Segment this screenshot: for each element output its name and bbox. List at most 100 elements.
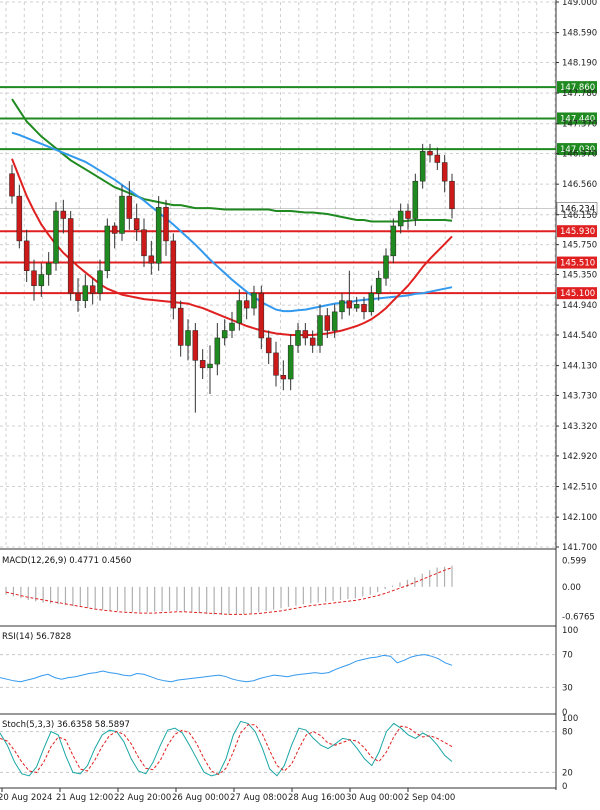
y-tick-label: 146.150: [562, 211, 597, 221]
macd-tick-label: 0.00: [562, 583, 581, 593]
candle-down: [302, 330, 309, 339]
y-tick-label: 142.100: [562, 513, 597, 523]
level-label: 145.100: [560, 289, 595, 299]
macd-tick-label: -0.6765: [562, 612, 595, 622]
candle-up: [82, 285, 89, 301]
y-tick-label: 141.700: [562, 543, 597, 553]
macd-title: MACD(12,26,9) 0.4771 0.4560: [2, 556, 131, 566]
x-tick-label: 22 Aug 20:00: [114, 793, 171, 803]
time-axis[interactable]: 20 Aug 2024 21 Aug 12:00 22 Aug 20:00 26 Au…: [0, 788, 455, 803]
candle-up: [221, 330, 228, 339]
candle-down: [31, 270, 37, 286]
y-tick-label: 148.590: [562, 29, 597, 39]
candle-down: [361, 304, 367, 313]
y-tick-label: 144.940: [562, 301, 597, 311]
candle-down: [324, 315, 331, 331]
y-tick-label: 144.540: [562, 331, 597, 341]
level-label: 145.510: [560, 259, 595, 269]
candle-down: [126, 195, 133, 219]
candle-down: [441, 162, 448, 182]
stoch-tick-label: 100: [562, 714, 578, 724]
candle-up: [390, 225, 397, 257]
candle-up: [229, 322, 235, 331]
y-tick-label: 148.190: [562, 58, 597, 68]
macd-panel: 0.599 0.00 -0.6765 MACD(12,26,9) 0.4771 0.4…: [2, 556, 595, 622]
chart-window: 147.860 147.440 147.030 145.930 145.510 145.1…: [0, 0, 600, 806]
candle-up: [412, 180, 419, 219]
candle-down: [111, 225, 118, 234]
x-tick-label: 28 Aug 16:00: [288, 793, 345, 803]
candle-down: [170, 240, 177, 309]
x-tick-label: 26 Aug 00:00: [172, 793, 229, 803]
candle-up: [251, 292, 257, 309]
candle-up: [104, 225, 111, 272]
y-tick-label: 143.730: [562, 391, 597, 401]
candle-down: [449, 180, 455, 210]
candle-down: [148, 255, 155, 264]
candle-down: [9, 173, 15, 197]
rsi-panel: 10070300RSI(14) 56.7828: [0, 626, 578, 718]
candle-down: [133, 218, 140, 230]
stoch-title: Stoch(5,3,3) 36.6358 58.5897: [2, 720, 130, 730]
candle-up: [368, 292, 375, 313]
stoch-tick-label: 20: [562, 768, 573, 778]
candle-up: [419, 151, 426, 182]
candle-down: [427, 151, 433, 156]
candle-up: [375, 277, 382, 294]
stoch-panel: 100 80 20 0 Stoch(5,3,3) 36.6358 58.5897: [0, 714, 578, 792]
y-tick-label: 142.920: [562, 452, 597, 462]
candle-up: [287, 345, 294, 380]
candle-up: [317, 315, 323, 346]
rsi-tick-label: 100: [562, 626, 578, 636]
x-tick-label: 30 Aug 00:00: [346, 793, 403, 803]
candle-down: [67, 218, 74, 294]
candle-up: [339, 300, 345, 313]
trading-chart[interactable]: 147.860147.440147.030145.930145.510145.1…: [0, 0, 600, 806]
candle-down: [243, 300, 250, 309]
candle-up: [38, 274, 45, 286]
y-tick-label: 145.750: [562, 241, 597, 251]
candle-up: [97, 270, 103, 294]
candle-up: [383, 255, 389, 279]
x-tick-label: 2 Sep 04:00: [404, 793, 455, 803]
candle-down: [265, 337, 272, 354]
y-tick-label: 145.350: [562, 271, 597, 281]
candle-down: [177, 307, 184, 346]
x-tick-label: 20 Aug 2024: [0, 793, 52, 803]
candle-down: [89, 285, 96, 294]
candle-down: [60, 210, 67, 219]
candle-down: [346, 300, 353, 309]
candle-down: [199, 360, 206, 369]
candle-down: [192, 330, 199, 361]
candle-down: [280, 375, 287, 380]
candle-up: [397, 210, 404, 227]
candle-up: [207, 363, 213, 369]
candle-down: [434, 154, 441, 163]
y-tick-label: 147.370: [562, 120, 597, 130]
candle-down: [273, 352, 279, 376]
x-tick-label: 21 Aug 12:00: [56, 793, 113, 803]
candle-up: [155, 207, 162, 264]
y-tick-label: 144.130: [562, 362, 597, 372]
candle-down: [141, 229, 147, 257]
candle-up: [214, 337, 221, 365]
candle-down: [405, 210, 411, 219]
y-tick-label: 143.320: [562, 422, 597, 432]
candle-up: [185, 330, 191, 346]
y-tick-label: 149.000: [562, 0, 597, 8]
moving-average-line: [11, 98, 453, 223]
candle-down: [258, 292, 265, 339]
y-tick-label: 146.560: [562, 180, 597, 190]
candlesticks[interactable]: [9, 143, 455, 413]
macd-tick-label: 0.599: [562, 557, 586, 567]
candle-up: [119, 195, 125, 234]
stoch-d-line: [0, 724, 453, 775]
rsi-line: [0, 654, 453, 683]
y-tick-label: 146.970: [562, 150, 597, 160]
candle-up: [53, 210, 59, 264]
rsi-tick-label: 70: [562, 651, 573, 661]
candle-down: [16, 195, 23, 242]
rsi-tick-label: 30: [562, 683, 573, 693]
candle-up: [331, 311, 338, 331]
candle-up: [353, 304, 360, 309]
